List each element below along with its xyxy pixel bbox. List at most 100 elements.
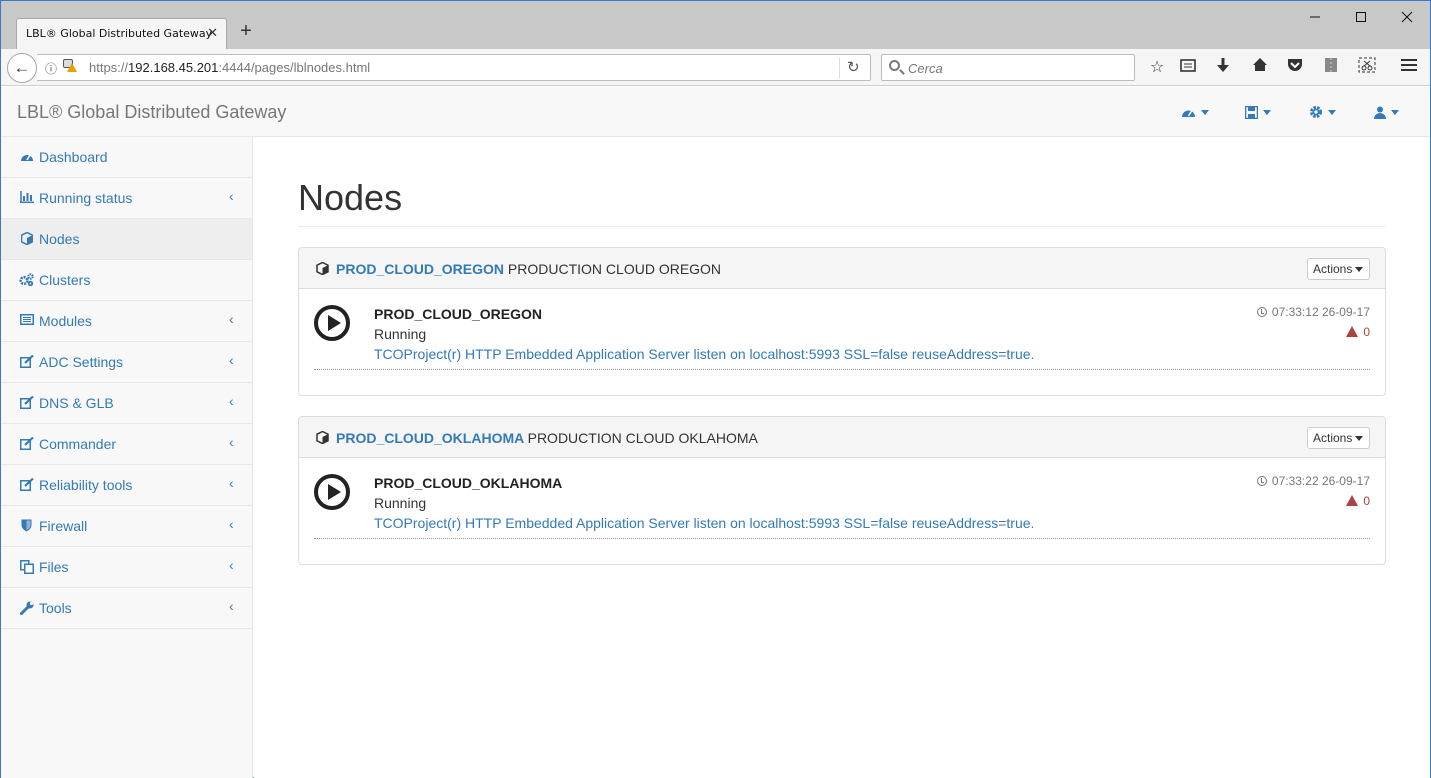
sidebar-item-clusters[interactable]: Clusters	[1, 260, 252, 301]
sidebar-item-tools[interactable]: Tools ‹	[1, 588, 252, 629]
sidebar-item-reliability-tools[interactable]: Reliability tools ‹	[1, 465, 252, 506]
node-message: TCOProject(r) HTTP Embedded Application …	[374, 346, 1035, 362]
save-icon	[1244, 105, 1259, 120]
chevron-left-icon: ‹	[229, 557, 234, 573]
chevron-down-icon	[1328, 109, 1336, 115]
tab-title: LBL® Global Distributed Gateway	[26, 27, 213, 40]
url-text[interactable]: https://192.168.45.201:4444/pages/lblnod…	[89, 60, 370, 75]
back-arrow-icon: ←	[13, 58, 31, 77]
node-panel: PROD_CLOUD_OREGON PRODUCTION CLOUD OREGO…	[298, 247, 1386, 396]
tab-close-icon[interactable]: ✕	[207, 26, 218, 41]
chevron-left-icon: ‹	[229, 475, 234, 491]
node-description: PRODUCTION CLOUD OKLAHOMA	[527, 430, 758, 446]
node-warning-count: 0	[1363, 325, 1370, 339]
node-message: TCOProject(r) HTTP Embedded Application …	[374, 515, 1035, 531]
chevron-down-icon	[1355, 436, 1364, 442]
new-tab-button[interactable]: +	[237, 20, 255, 42]
node-id-link[interactable]: PROD_CLOUD_OKLAHOMA	[336, 430, 524, 446]
chevron-down-icon	[1263, 109, 1271, 115]
node-panel-heading: PROD_CLOUD_OKLAHOMA PRODUCTION CLOUD OKL…	[299, 417, 1385, 458]
url-bar[interactable]: ⓘ https://192.168.45.201:4444/pages/lbln…	[37, 54, 871, 81]
chevron-down-icon	[1391, 109, 1399, 115]
node-id-link[interactable]: PROD_CLOUD_OREGON	[336, 261, 504, 277]
app-brand[interactable]: LBL® Global Distributed Gateway	[17, 102, 286, 123]
actions-button-label: Actions	[1313, 262, 1353, 276]
actions-dropdown-button[interactable]: Actions	[1307, 427, 1370, 449]
clock-icon	[1256, 476, 1267, 486]
home-icon[interactable]	[1249, 57, 1271, 79]
sidebar-item-label: ADC Settings	[39, 354, 124, 370]
edit-icon	[19, 436, 34, 452]
files-icon	[19, 560, 34, 575]
reading-list-icon[interactable]	[1177, 57, 1199, 79]
sidebar-item-dashboard[interactable]: Dashboard	[1, 137, 252, 178]
chevron-left-icon: ‹	[229, 434, 234, 450]
chevron-left-icon: ‹	[229, 311, 234, 327]
sidebar-item-running-status[interactable]: Running status ‹	[1, 178, 252, 219]
node-timestamp: 07:33:22 26-09-17	[1256, 474, 1370, 488]
sidebar-item-label: Running status	[39, 190, 133, 206]
sidebar-item-label: Firewall	[39, 518, 88, 534]
screenshot-icon[interactable]	[1356, 57, 1378, 79]
sidebar-item-files[interactable]: Files ‹	[1, 547, 252, 588]
sidebar-item-adc-settings[interactable]: ADC Settings ‹	[1, 342, 252, 383]
chevron-left-icon: ‹	[229, 393, 234, 409]
node-name: PROD_CLOUD_OKLAHOMA	[374, 475, 563, 491]
maximize-button[interactable]	[1338, 7, 1384, 29]
sidebar-item-firewall[interactable]: Firewall ‹	[1, 506, 252, 547]
cube-icon	[316, 262, 329, 275]
sidebar-item-label: Commander	[39, 436, 117, 452]
node-panel-heading: PROD_CLOUD_OREGON PRODUCTION CLOUD OREGO…	[299, 248, 1385, 289]
list-icon	[19, 314, 34, 329]
close-icon	[1401, 11, 1413, 23]
url-prefix: https://	[89, 60, 129, 75]
sidebar-item-commander[interactable]: Commander ‹	[1, 424, 252, 465]
sidebar-item-nodes[interactable]: Nodes	[1, 219, 252, 260]
pocket-icon[interactable]	[1284, 57, 1306, 79]
node-divider	[314, 369, 1370, 370]
chevron-left-icon: ‹	[229, 598, 234, 614]
settings-menu-dropdown[interactable]	[1309, 103, 1336, 123]
close-window-button[interactable]	[1384, 7, 1430, 29]
sidebar-item-label: Files	[39, 559, 69, 575]
node-warnings: 0	[1346, 494, 1370, 508]
node-panel-title: PROD_CLOUD_OREGON PRODUCTION CLOUD OREGO…	[336, 261, 721, 277]
browser-tab[interactable]: LBL® Global Distributed Gateway ✕	[16, 18, 227, 49]
bookmark-star-icon[interactable]: ☆	[1146, 57, 1168, 79]
actions-dropdown-button[interactable]: Actions	[1307, 258, 1370, 280]
reload-icon[interactable]: ↻	[847, 58, 860, 76]
node-panel-title: PROD_CLOUD_OKLAHOMA PRODUCTION CLOUD OKL…	[336, 430, 758, 446]
hamburger-menu-icon[interactable]	[1398, 57, 1420, 79]
actions-button-label: Actions	[1313, 431, 1353, 445]
node-divider	[314, 538, 1370, 539]
node-description: PRODUCTION CLOUD OREGON	[507, 261, 722, 277]
edit-icon	[19, 395, 34, 411]
save-menu-dropdown[interactable]	[1244, 103, 1271, 123]
extension-icon[interactable]	[1320, 57, 1342, 79]
chevron-left-icon: ‹	[229, 352, 234, 368]
url-host: 192.168.45.201	[128, 60, 219, 75]
warning-icon	[1346, 495, 1359, 506]
search-bar[interactable]: Cerca	[881, 54, 1135, 81]
search-icon	[889, 60, 900, 71]
sidebar-item-dns-glb[interactable]: DNS & GLB ‹	[1, 383, 252, 424]
url-divider	[839, 58, 840, 78]
warning-icon	[67, 63, 77, 72]
url-path: :4444/pages/lblnodes.html	[218, 60, 371, 75]
info-icon[interactable]: ⓘ	[45, 60, 57, 77]
title-bar: LBL® Global Distributed Gateway ✕ +	[1, 1, 1430, 49]
sidebar-item-modules[interactable]: Modules ‹	[1, 301, 252, 342]
main-content: Nodes PROD_CLOUD_OREGON PRODUCTION CLOUD…	[254, 137, 1430, 778]
cogs-icon	[19, 273, 34, 288]
shield-icon	[19, 519, 34, 534]
browser-toolbar: ⓘ https://192.168.45.201:4444/pages/lbln…	[1, 49, 1430, 86]
sidebar-item-label: Dashboard	[39, 149, 108, 165]
back-button[interactable]: ←	[7, 53, 37, 83]
edit-icon	[19, 354, 34, 370]
play-circle-icon	[314, 305, 350, 341]
minimize-button[interactable]	[1292, 7, 1338, 29]
download-icon[interactable]	[1212, 57, 1234, 79]
chevron-down-icon	[1201, 109, 1209, 115]
dashboard-menu-dropdown[interactable]	[1181, 103, 1209, 123]
user-menu-dropdown[interactable]	[1374, 103, 1399, 123]
